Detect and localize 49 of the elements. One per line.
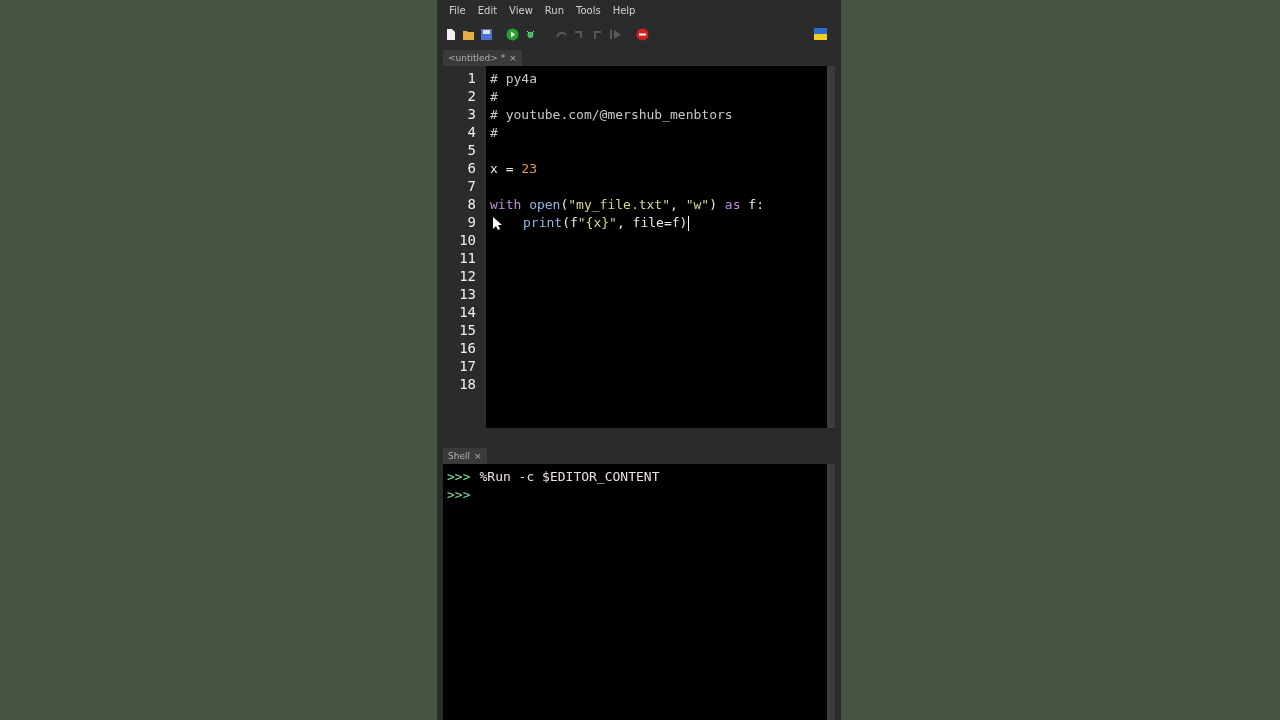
code-line: # bbox=[490, 88, 498, 106]
text-cursor bbox=[688, 215, 690, 231]
flag-icon bbox=[814, 28, 827, 40]
menu-item[interactable]: View bbox=[503, 5, 539, 20]
code-line: print(f"{x}", file=f) bbox=[523, 214, 688, 232]
new-file-icon[interactable] bbox=[444, 27, 457, 41]
menu-item[interactable]: Tools bbox=[570, 5, 607, 20]
line-number: 9 bbox=[466, 214, 477, 232]
line-number: 14 bbox=[458, 304, 477, 322]
close-icon[interactable]: × bbox=[509, 53, 517, 63]
code-line: with open("my_file.txt", "w") as f: bbox=[490, 196, 764, 214]
shell-console[interactable]: >>> %Run -c $EDITOR_CONTENT >>> bbox=[443, 464, 827, 720]
shell-prompt: >>> bbox=[447, 468, 471, 484]
line-number: 11 bbox=[458, 250, 477, 268]
code-line: # py4a bbox=[490, 70, 537, 88]
code-line: # bbox=[490, 124, 498, 142]
shell-command: %Run -c $EDITOR_CONTENT bbox=[479, 468, 660, 484]
line-number: 10 bbox=[458, 232, 477, 250]
line-number: 15 bbox=[458, 322, 477, 340]
mouse-pointer-icon bbox=[493, 217, 502, 230]
line-number: 8 bbox=[466, 196, 477, 214]
line-number: 17 bbox=[458, 358, 477, 376]
shell-prompt: >>> bbox=[447, 486, 471, 502]
editor-tab[interactable]: <untitled> * × bbox=[443, 50, 522, 66]
shell-tab[interactable]: Shell × bbox=[443, 448, 487, 464]
menu-item[interactable]: File bbox=[443, 5, 472, 20]
menu-item[interactable]: Edit bbox=[471, 5, 504, 20]
line-number: 16 bbox=[458, 340, 477, 358]
line-number: 7 bbox=[466, 178, 477, 196]
line-number: 5 bbox=[466, 142, 477, 160]
scrollbar[interactable] bbox=[827, 66, 835, 428]
code-line: x = 23 bbox=[490, 160, 537, 178]
scrollbar[interactable] bbox=[827, 464, 835, 720]
line-number: 12 bbox=[458, 268, 477, 286]
line-number: 18 bbox=[458, 376, 477, 394]
line-number: 13 bbox=[458, 286, 477, 304]
close-icon[interactable]: × bbox=[473, 451, 482, 461]
stop-icon[interactable] bbox=[636, 27, 649, 41]
menu-item[interactable]: Run bbox=[538, 5, 571, 20]
line-number: 3 bbox=[466, 106, 477, 124]
code-editor[interactable]: # py4a # # youtube.com/@mershub_menbtors # x = 23 with open("my_file.txt", "w") as f: print(f"{x}", file=f) bbox=[486, 66, 827, 428]
line-number: 6 bbox=[466, 160, 477, 178]
line-number: 2 bbox=[466, 88, 477, 106]
save-icon[interactable] bbox=[480, 27, 493, 41]
menu-item[interactable]: Help bbox=[606, 5, 642, 20]
code-line: # youtube.com/@mershub_menbtors bbox=[490, 106, 733, 124]
line-number: 1 bbox=[466, 70, 477, 88]
run-icon[interactable] bbox=[506, 27, 519, 41]
line-number: 4 bbox=[466, 124, 477, 142]
